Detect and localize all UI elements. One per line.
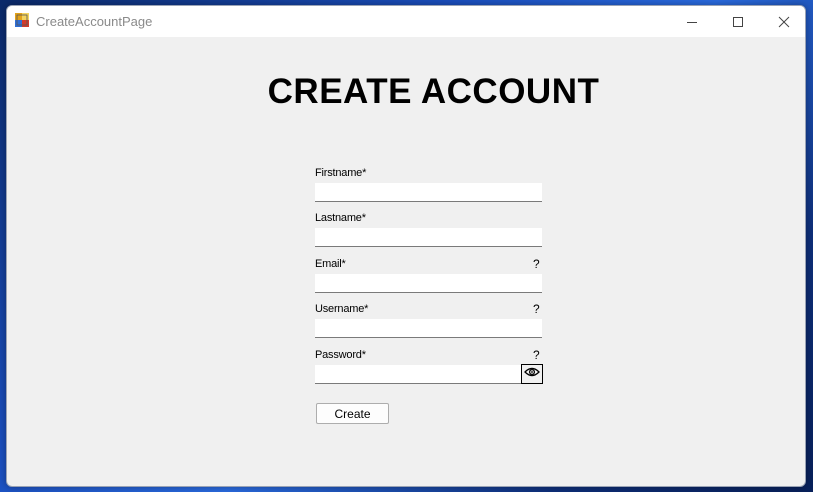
close-button[interactable] — [761, 6, 805, 37]
firstname-label: Firstname* — [315, 167, 367, 179]
username-label: Username* — [315, 303, 369, 315]
app-icon — [15, 13, 29, 27]
page-title: CREATE ACCOUNT — [267, 72, 600, 111]
title-bar[interactable]: CreateAccountPage — [7, 6, 805, 37]
maximize-icon — [732, 16, 744, 28]
firstname-field[interactable] — [315, 183, 542, 202]
username-field[interactable] — [315, 319, 542, 338]
password-help-marker[interactable]: ? — [533, 348, 540, 362]
email-field[interactable] — [315, 274, 542, 293]
minimize-icon — [686, 16, 698, 28]
email-help-marker[interactable]: ? — [533, 257, 540, 271]
eye-icon — [524, 365, 540, 383]
show-password-button[interactable] — [521, 364, 543, 384]
maximize-button[interactable] — [715, 6, 761, 37]
password-label: Password* — [315, 349, 366, 361]
lastname-label: Lastname* — [315, 212, 366, 224]
window-title: CreateAccountPage — [36, 14, 153, 29]
username-help-marker[interactable]: ? — [533, 302, 540, 316]
app-window: CreateAccountPage CREATE ACCOUNT Firstna… — [6, 5, 806, 487]
lastname-field[interactable] — [315, 228, 542, 247]
close-icon — [778, 16, 790, 28]
minimize-button[interactable] — [669, 6, 715, 37]
email-label: Email* — [315, 258, 346, 270]
create-button[interactable]: Create — [316, 403, 389, 424]
password-field[interactable] — [315, 365, 521, 384]
